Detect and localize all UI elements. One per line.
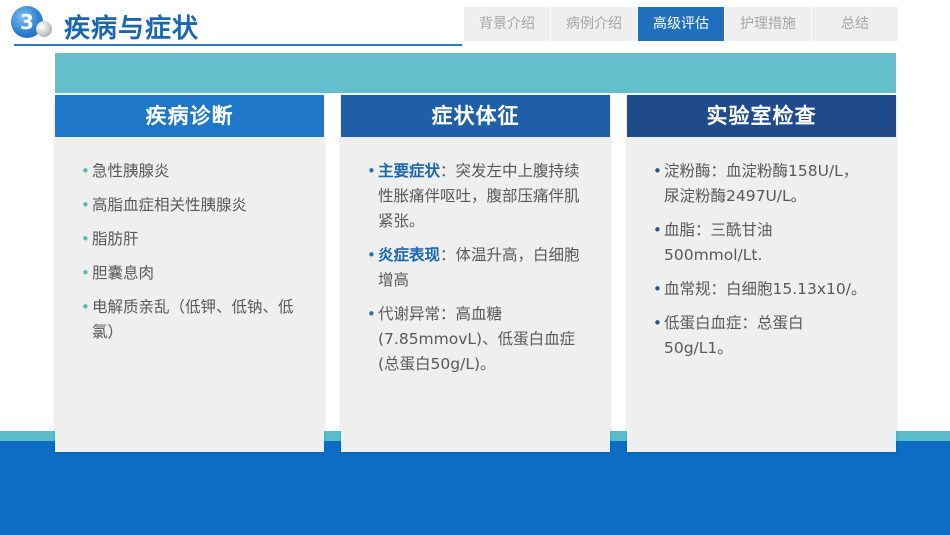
tab-summary[interactable]: 总结	[812, 7, 898, 41]
bottom-blue-band	[0, 441, 950, 535]
list-item: • 代谢异常：高血糖(7.85mmovL)、低蛋白血症(总蛋白50g/L)。	[367, 302, 584, 377]
list-item: • 急性胰腺炎	[81, 159, 298, 184]
list-item: • 主要症状：突发左中上腹持续性胀痛伴呕吐，腹部压痛伴肌紧张。	[367, 159, 584, 234]
bullet-icon: •	[81, 162, 90, 180]
card-title: 实验室检查	[627, 95, 896, 137]
tab-advanced-assessment[interactable]: 高级评估	[638, 7, 724, 41]
bullet-icon: •	[81, 264, 90, 282]
nav-tabs: 背景介绍 病例介绍 高级评估 护理措施 总结	[464, 7, 899, 41]
list-item: • 血脂：三酰甘油500mmol/Lt.	[653, 218, 870, 268]
list-item: • 脂肪肝	[81, 227, 298, 252]
list-item: • 血常规：白细胞15.13x10/。	[653, 277, 870, 302]
bullet-icon: •	[653, 162, 662, 180]
card-body: • 淀粉酶：血淀粉酶158U/L，尿淀粉酶2497U/L。 • 血脂：三酰甘油500…	[627, 137, 896, 361]
bullet-icon: •	[367, 246, 376, 264]
card-title: 症状体征	[341, 95, 610, 137]
bullet-icon: •	[81, 196, 90, 214]
card-body: • 急性胰腺炎 • 高脂血症相关性胰腺炎 • 脂肪肝 • 胆囊息肉 • 电解质亲乱（低钾、…	[55, 137, 324, 345]
list-item: • 低蛋白血症：总蛋白50g/L1。	[653, 311, 870, 361]
bullet-icon: •	[653, 280, 662, 298]
tab-case[interactable]: 病例介绍	[551, 7, 637, 41]
bullet-icon: •	[367, 162, 376, 180]
tab-background[interactable]: 背景介绍	[464, 7, 550, 41]
list-item: • 淀粉酶：血淀粉酶158U/L，尿淀粉酶2497U/L。	[653, 159, 870, 209]
bullet-icon: •	[367, 305, 376, 323]
bullet-icon: •	[653, 314, 662, 332]
tab-nursing[interactable]: 护理措施	[725, 7, 811, 41]
card-body: • 主要症状：突发左中上腹持续性胀痛伴呕吐，腹部压痛伴肌紧张。 • 炎症表现：体温升…	[341, 137, 610, 377]
list-item: • 高脂血症相关性胰腺炎	[81, 193, 298, 218]
list-item: • 炎症表现：体温升高，白细胞增高	[367, 243, 584, 293]
bullet-icon: •	[81, 298, 90, 316]
card-title: 疾病诊断	[55, 95, 324, 137]
card-diagnosis: 疾病诊断 • 急性胰腺炎 • 高脂血症相关性胰腺炎 • 脂肪肝 • 胆囊息肉 • 电解质亲…	[55, 95, 324, 452]
title-underline	[14, 44, 462, 46]
bullet-icon: •	[653, 221, 662, 239]
list-item: • 电解质亲乱（低钾、低钠、低氯）	[81, 295, 298, 345]
badge-sphere-icon	[36, 21, 52, 37]
card-symptoms: 症状体征 • 主要症状：突发左中上腹持续性胀痛伴呕吐，腹部压痛伴肌紧张。 • 炎症表…	[341, 95, 610, 452]
card-lab-tests: 实验室检查 • 淀粉酶：血淀粉酶158U/L，尿淀粉酶2497U/L。 • 血脂：三…	[627, 95, 896, 452]
list-item: • 胆囊息肉	[81, 261, 298, 286]
bullet-icon: •	[81, 230, 90, 248]
page-title: 疾病与症状	[64, 14, 200, 44]
teal-banner	[55, 53, 896, 93]
